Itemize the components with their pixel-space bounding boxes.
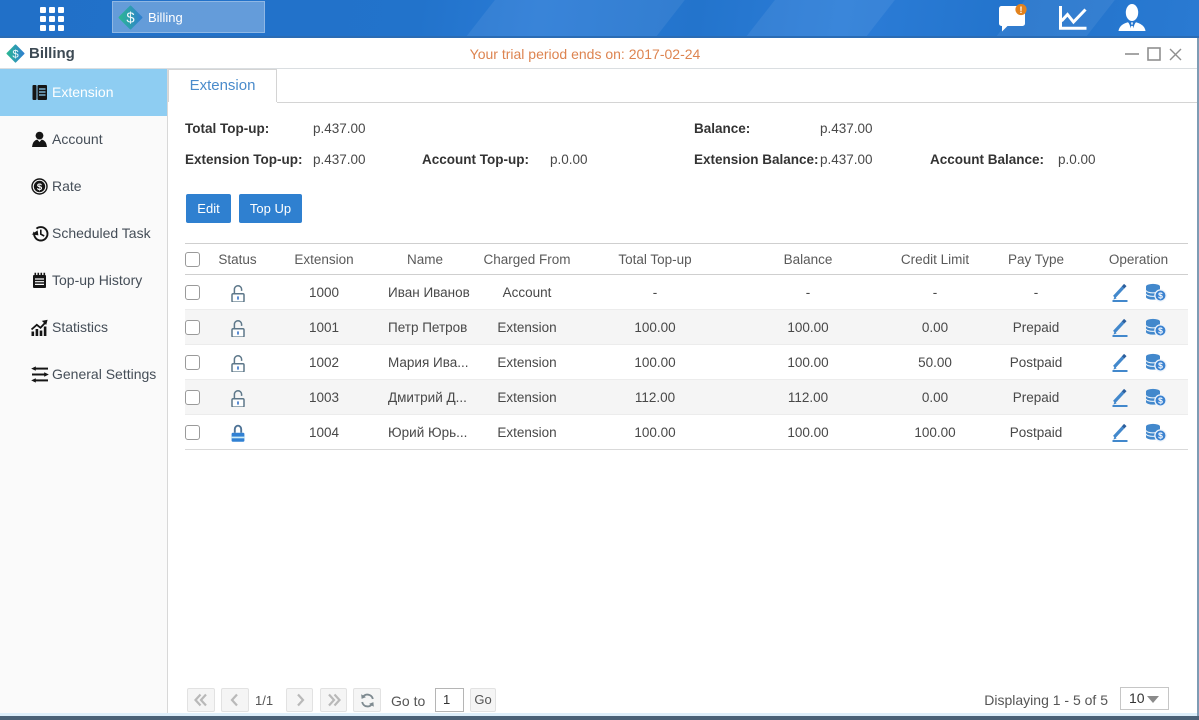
svg-text:!: ! [1020,5,1023,15]
svg-text:$: $ [126,10,134,26]
svg-text:$: $ [37,182,43,193]
